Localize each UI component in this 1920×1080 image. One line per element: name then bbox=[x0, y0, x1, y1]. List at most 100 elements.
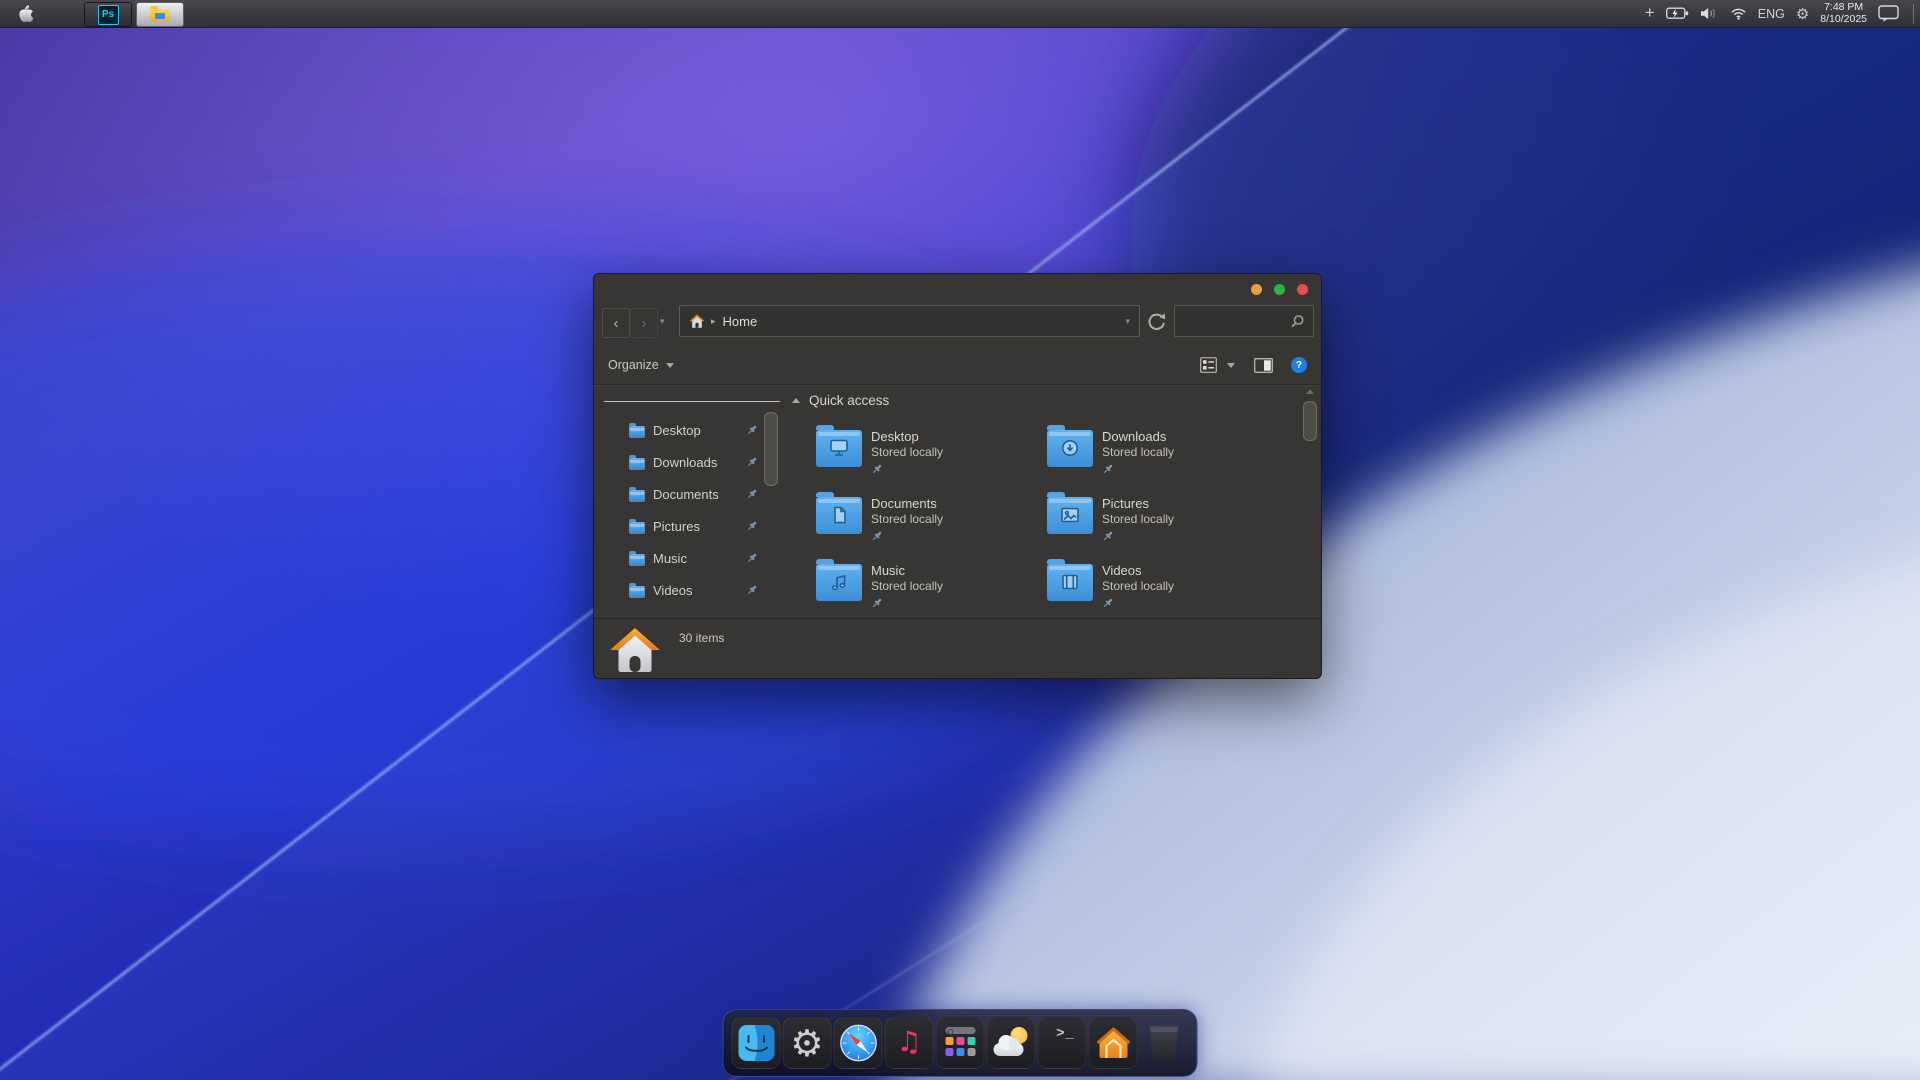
sidebar-item-downloads[interactable]: Downloads bbox=[594, 446, 784, 478]
photoshop-app-button[interactable]: Ps bbox=[84, 2, 132, 27]
tile-pictures[interactable]: Pictures Stored locally bbox=[1047, 493, 1267, 547]
sidebar-item-label: Documents bbox=[653, 487, 719, 502]
clock[interactable]: 7:48 PM 8/10/2025 bbox=[1820, 2, 1867, 25]
apple-menu-icon[interactable] bbox=[16, 3, 34, 23]
trash-icon bbox=[1148, 1025, 1180, 1062]
folder-icon bbox=[629, 586, 645, 598]
pin-icon[interactable] bbox=[746, 456, 758, 468]
music-folder-icon bbox=[816, 564, 862, 601]
sidebar: Desktop Downloads Documents Pictures bbox=[594, 384, 784, 618]
sidebar-item-videos[interactable]: Videos bbox=[594, 574, 784, 606]
menubar-app-buttons: Ps bbox=[84, 2, 184, 27]
dock-item-finder[interactable] bbox=[732, 1017, 781, 1069]
safari-icon bbox=[839, 1024, 877, 1062]
sidebar-item-desktop[interactable]: Desktop bbox=[594, 414, 784, 446]
dock-item-safari[interactable] bbox=[834, 1017, 883, 1069]
tile-subtitle: Stored locally bbox=[1102, 579, 1174, 594]
refresh-button[interactable] bbox=[1145, 311, 1167, 333]
tile-title: Videos bbox=[1102, 563, 1174, 579]
file-explorer-app-button[interactable] bbox=[136, 2, 184, 27]
dock-item-settings[interactable]: ⚙ bbox=[783, 1017, 832, 1069]
tile-title: Pictures bbox=[1102, 496, 1174, 512]
search-input[interactable] bbox=[1183, 313, 1290, 329]
tile-downloads[interactable]: Downloads Stored locally bbox=[1047, 426, 1267, 480]
cloud-icon bbox=[993, 1043, 1023, 1056]
volume-icon[interactable] bbox=[1700, 7, 1719, 20]
tile-title: Desktop bbox=[871, 429, 943, 445]
pin-icon bbox=[1102, 530, 1114, 542]
history-dropdown-icon[interactable]: ▾ bbox=[660, 316, 665, 327]
tile-title: Documents bbox=[871, 496, 943, 512]
tile-desktop[interactable]: Desktop Stored locally bbox=[816, 426, 1036, 480]
wifi-icon[interactable] bbox=[1730, 7, 1747, 20]
organize-dropdown-icon bbox=[666, 363, 674, 368]
pin-icon[interactable] bbox=[746, 424, 758, 436]
dock-item-music[interactable]: ♫ bbox=[885, 1017, 934, 1069]
zoom-button[interactable] bbox=[1274, 284, 1285, 295]
folder-icon bbox=[629, 426, 645, 438]
dock-item-weather[interactable] bbox=[987, 1017, 1036, 1069]
quick-access-header[interactable]: Quick access bbox=[792, 390, 889, 410]
tray-expand-icon[interactable]: + bbox=[1645, 0, 1655, 26]
system-tray: + ENG ⚙ 7:48 PM 8/10/2025 bbox=[1645, 0, 1914, 27]
status-bar: 30 items bbox=[594, 618, 1321, 679]
terminal-prompt-icon: >_ bbox=[1056, 1026, 1075, 1042]
sidebar-item-documents[interactable]: Documents bbox=[594, 478, 784, 510]
dock-item-trash[interactable] bbox=[1140, 1017, 1189, 1069]
scroll-up-icon[interactable] bbox=[1306, 389, 1314, 394]
dock-item-terminal[interactable]: >_ bbox=[1038, 1017, 1087, 1069]
tile-videos[interactable]: Videos Stored locally bbox=[1047, 560, 1267, 614]
organize-button[interactable]: Organize bbox=[608, 346, 674, 384]
content-scrollbar[interactable] bbox=[1303, 401, 1317, 441]
pin-icon[interactable] bbox=[746, 520, 758, 532]
tray-divider bbox=[1913, 4, 1914, 24]
address-bar[interactable]: ▸ Home ▾ bbox=[679, 305, 1140, 337]
tile-documents[interactable]: Documents Stored locally bbox=[816, 493, 1036, 547]
battery-icon[interactable] bbox=[1666, 7, 1689, 20]
home-app-icon bbox=[1095, 1026, 1131, 1060]
forward-button[interactable]: › bbox=[630, 308, 658, 338]
tile-music[interactable]: Music Stored locally bbox=[816, 560, 1036, 614]
dock-item-home[interactable] bbox=[1089, 1017, 1138, 1069]
desktop: Ps + ENG ⚙ bbox=[0, 0, 1920, 1080]
change-view-icon[interactable] bbox=[1200, 357, 1217, 373]
dock-item-launchpad[interactable] bbox=[936, 1017, 985, 1069]
tile-title: Downloads bbox=[1102, 429, 1174, 445]
pin-icon bbox=[871, 597, 883, 609]
language-indicator[interactable]: ENG bbox=[1758, 7, 1785, 21]
pictures-folder-icon bbox=[1047, 497, 1093, 534]
pin-icon bbox=[1102, 463, 1114, 475]
dock: ⚙ ♫ bbox=[723, 1009, 1198, 1077]
weather-icon bbox=[992, 1026, 1030, 1060]
toolbar: Organize ? bbox=[594, 346, 1321, 384]
help-button[interactable]: ? bbox=[1291, 357, 1307, 373]
menu-bar: Ps + ENG ⚙ bbox=[0, 0, 1920, 28]
settings-tray-icon[interactable]: ⚙ bbox=[1796, 5, 1809, 23]
preview-pane-icon[interactable] bbox=[1254, 358, 1273, 373]
pin-icon[interactable] bbox=[746, 584, 758, 596]
tile-title: Music bbox=[871, 563, 943, 579]
sidebar-item-pictures[interactable]: Pictures bbox=[594, 510, 784, 542]
minimize-button[interactable] bbox=[1251, 284, 1262, 295]
search-icon[interactable] bbox=[1290, 314, 1305, 329]
pin-icon[interactable] bbox=[746, 552, 758, 564]
tile-subtitle: Stored locally bbox=[871, 445, 943, 460]
tile-subtitle: Stored locally bbox=[1102, 445, 1174, 460]
music-note-icon: ♫ bbox=[896, 1025, 921, 1058]
view-dropdown-icon[interactable] bbox=[1227, 363, 1235, 368]
sidebar-scrollbar[interactable] bbox=[764, 412, 778, 486]
notification-icon[interactable] bbox=[1878, 5, 1899, 22]
home-status-icon bbox=[609, 625, 661, 673]
videos-folder-icon bbox=[1047, 564, 1093, 601]
pin-icon[interactable] bbox=[746, 488, 758, 500]
close-button[interactable] bbox=[1297, 284, 1308, 295]
address-dropdown-icon[interactable]: ▾ bbox=[1125, 316, 1130, 327]
sidebar-item-music[interactable]: Music bbox=[594, 542, 784, 574]
back-button[interactable]: ‹ bbox=[602, 308, 630, 338]
launchpad-icon bbox=[942, 1025, 978, 1061]
collapse-section-icon[interactable] bbox=[792, 398, 800, 403]
sidebar-item-label: Videos bbox=[653, 583, 693, 598]
breadcrumb-arrow-icon: ▸ bbox=[711, 316, 716, 327]
home-icon bbox=[689, 314, 705, 329]
tile-subtitle: Stored locally bbox=[871, 579, 943, 594]
